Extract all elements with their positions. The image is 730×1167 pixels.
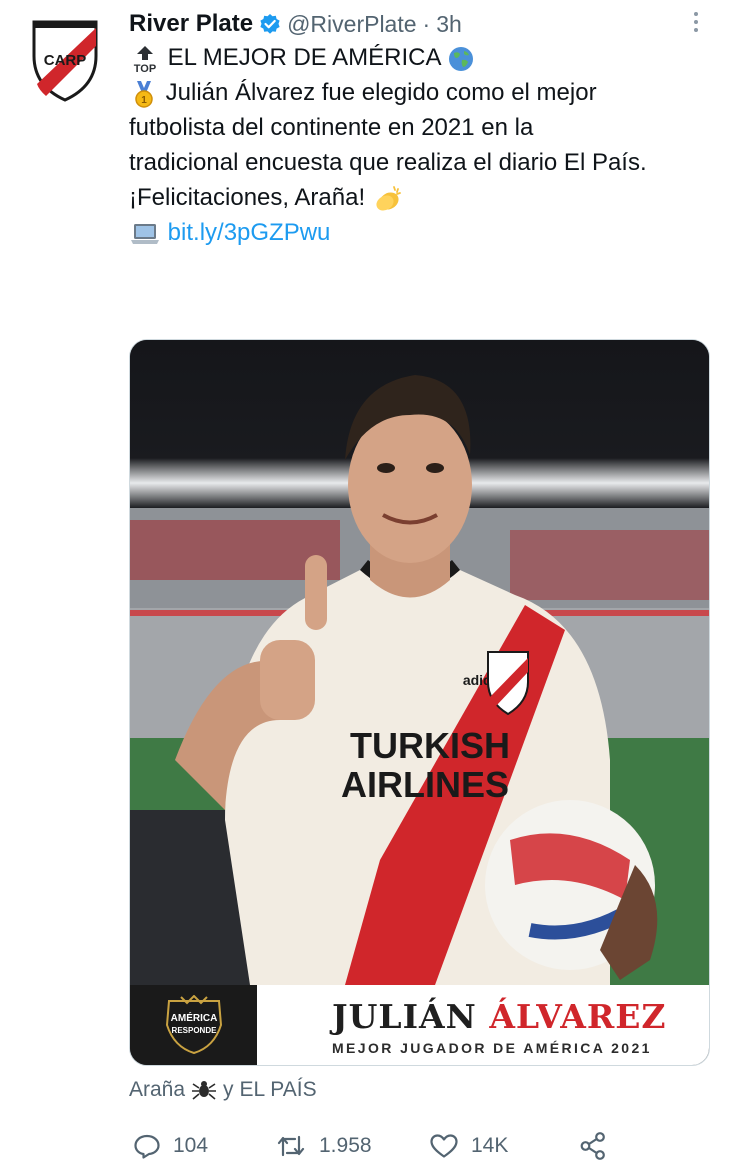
share-button[interactable] xyxy=(579,1128,619,1164)
player-name-banner: JULIÁN ÁLVAREZ MEJOR JUGADOR DE AMÉRICA … xyxy=(257,985,709,1065)
like-count: 14K xyxy=(471,1134,509,1157)
headline-text: EL MEJOR DE AMÉRICA xyxy=(167,44,441,71)
heart-icon xyxy=(430,1134,458,1158)
top-arrow-emoji-icon: TOP xyxy=(134,45,156,74)
tweet-body-line-1: 1 Julián Álvarez fue elegido como el mej… xyxy=(129,75,719,110)
svg-text:TOP: TOP xyxy=(134,63,156,74)
retweet-icon xyxy=(277,1135,305,1157)
banner-first-name: JULIÁN xyxy=(332,997,477,1036)
reply-count: 104 xyxy=(173,1134,209,1157)
globe-emoji-icon xyxy=(448,46,473,71)
tag-2[interactable]: EL PAÍS xyxy=(240,1078,317,1102)
gold-medal-emoji-icon: 1 xyxy=(135,80,153,108)
verified-badge-icon xyxy=(260,14,280,34)
tweet-header: River Plate @RiverPlate · 3h xyxy=(129,8,462,40)
reply-icon xyxy=(134,1134,160,1159)
banner-last-name: ÁLVAREZ xyxy=(489,997,667,1036)
shirt-sponsor-line-2: AIRLINES xyxy=(341,764,509,805)
tweet-media-card[interactable]: adidas TURKISH AIRLINES AMÉRICA RESPONDE… xyxy=(129,339,710,1066)
tweet-link-line: bit.ly/3pGZPwu xyxy=(129,215,719,250)
tweet-body-line-3: tradicional encuesta que realiza el diar… xyxy=(129,149,647,176)
tweet[interactable]: CARP River Plate @RiverPlate · 3h TOP EL… xyxy=(0,0,730,1167)
tweet-body-line-2: futbolista del continente en 2021 en la xyxy=(129,114,534,141)
logo-line-2: RESPONDE xyxy=(171,1026,217,1035)
share-icon xyxy=(580,1132,605,1160)
spider-emoji-icon xyxy=(192,1081,217,1100)
tweet-link[interactable]: bit.ly/3pGZPwu xyxy=(168,219,331,246)
laptop-emoji-icon xyxy=(131,223,159,244)
crest-lettering: CARP xyxy=(44,52,87,69)
tweet-text: TOP EL MEJOR DE AMÉRICA 1 Julián Álvarez… xyxy=(129,40,719,250)
reply-button[interactable]: 104 xyxy=(133,1128,208,1164)
clapping-hands-emoji-icon xyxy=(376,185,401,211)
tag-connector: y xyxy=(223,1078,234,1101)
retweet-count: 1.958 xyxy=(319,1134,372,1157)
separator-dot: · xyxy=(422,10,431,37)
tweet-body-line-4: ¡Felicitaciones, Araña! xyxy=(129,180,719,215)
tweet-timestamp[interactable]: 3h xyxy=(436,11,462,38)
author-name[interactable]: River Plate xyxy=(129,10,253,38)
author-handle[interactable]: @RiverPlate xyxy=(287,11,416,38)
banner-player-name: JULIÁN ÁLVAREZ xyxy=(332,997,667,1036)
tweet-action-bar: 104 1.958 14K xyxy=(129,1128,629,1164)
tagged-accounts[interactable]: Araña y EL PAÍS xyxy=(129,1078,317,1102)
shirt-sponsor-line-1: TURKISH xyxy=(350,725,510,766)
svg-text:1: 1 xyxy=(141,95,147,106)
tweet-headline-line: TOP EL MEJOR DE AMÉRICA xyxy=(129,40,719,75)
player-photo: adidas TURKISH AIRLINES xyxy=(130,340,709,985)
retweet-button[interactable]: 1.958 xyxy=(275,1128,372,1164)
logo-line-1: AMÉRICA xyxy=(170,1011,217,1024)
like-button[interactable]: 14K xyxy=(429,1128,508,1164)
banner-subtitle: MEJOR JUGADOR DE AMÉRICA 2021 xyxy=(332,1040,652,1056)
tag-1[interactable]: Araña xyxy=(129,1078,185,1102)
more-options-icon[interactable] xyxy=(686,8,706,36)
america-responde-logo: AMÉRICA RESPONDE xyxy=(130,985,257,1065)
river-plate-crest-avatar[interactable]: CARP xyxy=(30,16,100,102)
